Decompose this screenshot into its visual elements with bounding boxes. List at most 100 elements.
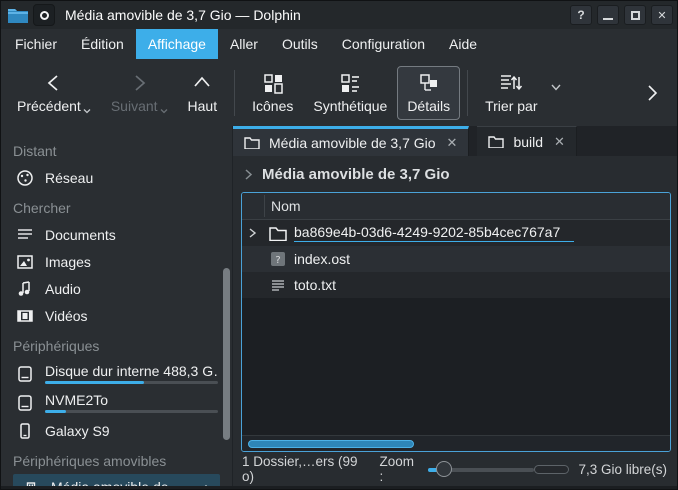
document-lines-icon — [16, 226, 34, 244]
film-icon — [16, 307, 34, 325]
window-menu-icon[interactable] — [33, 4, 55, 26]
dolphin-window: Média amovible de 3,7 Gio — Dolphin Fich… — [0, 0, 678, 490]
window-bottom-edge — [1, 486, 677, 489]
menu-aide[interactable]: Aide — [437, 29, 489, 59]
folder-icon — [244, 136, 260, 149]
sidebar-item-nvme[interactable]: NVME2To — [1, 388, 232, 417]
smartphone-icon — [16, 422, 34, 440]
menu-fichier[interactable]: Fichier — [3, 29, 69, 59]
sidebar-item-audio[interactable]: Audio — [1, 275, 232, 302]
chevron-left-icon — [43, 72, 65, 94]
folder-icon — [269, 224, 287, 242]
chevron-up-icon — [191, 72, 213, 94]
file-row-index-ost[interactable]: ? index.ost — [242, 246, 670, 272]
forward-button: Suivant — [101, 66, 178, 120]
hard-drive-icon — [16, 365, 34, 383]
file-row-folder[interactable]: ba869e4b-03d6-4249-9202-85b4cec767a7 — [242, 220, 670, 246]
menu-affichage[interactable]: Affichage — [136, 29, 218, 59]
sidebar-item-images[interactable]: Images — [1, 248, 232, 275]
close-button[interactable] — [651, 5, 673, 25]
icons-view-icon — [262, 72, 284, 94]
status-summary: 1 Dossier,…ers (99 o) — [242, 454, 362, 484]
sidebar-item-disque-dur[interactable]: Disque dur interne 488,3 G… — [1, 359, 232, 388]
sidebar-item-videos[interactable]: Vidéos — [1, 302, 232, 329]
usb-drive-icon — [22, 481, 40, 487]
details-view-button[interactable]: Détails — [397, 66, 460, 120]
section-chercher: Chercher — [1, 191, 232, 221]
horizontal-scrollbar[interactable] — [242, 435, 670, 451]
compact-view-button[interactable]: Synthétique — [303, 66, 397, 120]
toolbar: Précédent Suivant Haut — [1, 59, 677, 126]
folder-icon — [488, 135, 504, 148]
section-peripheriques: Périphériques — [1, 329, 232, 359]
sidebar-item-media-amovible[interactable]: Média amovible de 3,7 … — [13, 474, 220, 486]
maximize-button[interactable] — [624, 5, 646, 25]
free-space-text: 7,3 Gio libre(s) — [578, 462, 667, 477]
network-icon — [16, 169, 34, 187]
eject-icon — [198, 483, 214, 487]
zoom-slider[interactable] — [428, 461, 534, 477]
up-button[interactable]: Haut — [178, 66, 228, 120]
back-button[interactable]: Précédent — [7, 66, 101, 120]
hard-drive-icon — [16, 394, 34, 412]
compact-view-icon — [339, 72, 361, 94]
toolbar-overflow-button[interactable] — [646, 83, 659, 103]
expander-chevron-icon[interactable] — [248, 227, 257, 239]
file-view: Nom — [241, 192, 671, 452]
tab-build[interactable]: build — [477, 126, 577, 156]
image-icon — [16, 253, 34, 271]
breadcrumb-location[interactable]: Média amovible de 3,7 Gio — [262, 166, 450, 183]
chevron-right-icon[interactable] — [244, 168, 253, 181]
disk-usage-bar — [45, 410, 218, 413]
file-row-toto-txt[interactable]: toto.txt — [242, 272, 670, 298]
window-title: Média amovible de 3,7 Gio — Dolphin — [65, 7, 301, 23]
zoom-label: Zoom : — [379, 454, 418, 484]
back-dropdown-icon[interactable] — [83, 108, 91, 114]
svg-text:?: ? — [275, 255, 280, 266]
help-button[interactable] — [570, 5, 592, 25]
sort-by-button[interactable]: Trier par — [475, 66, 547, 120]
icons-view-button[interactable]: Icônes — [242, 66, 303, 120]
tab-media-amovible[interactable]: Média amovible de 3,7 Gio — [233, 126, 469, 156]
horizontal-scrollbar-thumb[interactable] — [248, 440, 414, 448]
minimize-icon — [603, 18, 613, 20]
menu-configuration[interactable]: Configuration — [330, 29, 437, 59]
menu-aller[interactable]: Aller — [218, 29, 270, 59]
sidebar-scrollbar[interactable] — [223, 268, 230, 440]
menubar: Fichier Édition Affichage Aller Outils C… — [1, 29, 677, 59]
places-panel: Distant Réseau Chercher — [1, 126, 233, 486]
tab-close-icon[interactable] — [447, 135, 458, 151]
section-distant: Distant — [1, 134, 232, 164]
toolbar-separator — [234, 70, 235, 116]
menu-outils[interactable]: Outils — [270, 29, 330, 59]
unknown-file-icon: ? — [269, 250, 287, 268]
chevron-right-icon — [646, 83, 659, 103]
list-column-header[interactable]: Nom — [242, 193, 670, 220]
menu-edition[interactable]: Édition — [69, 29, 136, 59]
zoom-slider-handle[interactable] — [436, 461, 452, 477]
music-note-icon — [16, 280, 34, 298]
forward-dropdown-icon — [160, 108, 168, 114]
sidebar-item-reseau[interactable]: Réseau — [1, 164, 232, 191]
maximize-icon — [631, 11, 640, 20]
column-separator — [264, 195, 265, 217]
text-file-icon — [269, 276, 287, 294]
free-space-bar — [534, 465, 569, 474]
titlebar: Média amovible de 3,7 Gio — Dolphin — [1, 1, 677, 29]
statusbar: 1 Dossier,…ers (99 o) Zoom : 7,3 Gio lib… — [233, 452, 677, 486]
toolbar-separator — [467, 70, 468, 116]
minimize-button[interactable] — [597, 5, 619, 25]
sidebar-item-galaxy-s9[interactable]: Galaxy S9 — [1, 417, 232, 444]
eject-button[interactable] — [198, 483, 214, 487]
main-panel: Média amovible de 3,7 Gio build Média am… — [233, 126, 677, 486]
section-peripheriques-amovibles: Périphériques amovibles — [1, 444, 232, 474]
sort-dropdown-icon[interactable] — [550, 83, 562, 91]
sidebar-item-documents[interactable]: Documents — [1, 221, 232, 248]
dolphin-app-folder-icon — [7, 6, 29, 24]
sort-icon — [499, 72, 523, 94]
disk-usage-bar — [45, 381, 218, 384]
chevron-right-icon — [128, 72, 150, 94]
tab-close-icon[interactable] — [554, 134, 565, 150]
breadcrumb: Média amovible de 3,7 Gio — [233, 156, 677, 192]
tab-bar: Média amovible de 3,7 Gio build — [233, 126, 677, 156]
